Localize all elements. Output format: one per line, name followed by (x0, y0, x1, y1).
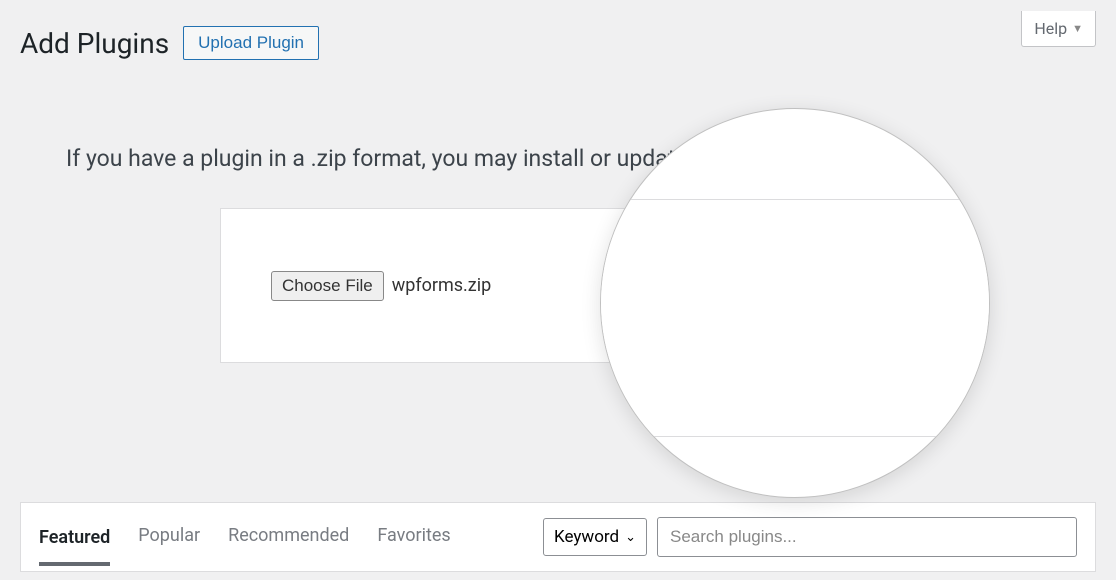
upload-form: Choose File wpforms.zip Install Now (220, 208, 896, 363)
tab-recommended[interactable]: Recommended (228, 525, 349, 550)
search-group: Keyword ⌄ (543, 517, 1077, 557)
install-now-button[interactable]: Install Now (662, 254, 845, 317)
chevron-down-icon: ⌄ (625, 530, 636, 545)
page-header: Add Plugins Upload Plugin (20, 12, 319, 60)
tab-popular[interactable]: Popular (138, 525, 200, 550)
help-tab[interactable]: Help ▼ (1021, 11, 1096, 47)
filter-tabs: Featured Popular Recommended Favorites (39, 525, 451, 550)
upload-instruction: If you have a plugin in a .zip format, y… (20, 145, 1096, 172)
selected-filename: wpforms.zip (392, 275, 492, 296)
page-title: Add Plugins (20, 27, 169, 60)
tab-favorites[interactable]: Favorites (377, 525, 450, 550)
filter-bar: Featured Popular Recommended Favorites K… (20, 502, 1096, 572)
search-input[interactable] (657, 517, 1077, 557)
upload-plugin-button[interactable]: Upload Plugin (183, 26, 319, 60)
caret-down-icon: ▼ (1072, 22, 1083, 35)
search-type-label: Keyword (554, 527, 619, 547)
tab-featured[interactable]: Featured (39, 527, 110, 566)
search-type-select[interactable]: Keyword ⌄ (543, 518, 647, 556)
choose-file-button[interactable]: Choose File (271, 271, 384, 301)
help-label: Help (1034, 19, 1067, 38)
file-input-group: Choose File wpforms.zip (271, 271, 491, 301)
upload-area: If you have a plugin in a .zip format, y… (0, 145, 1116, 363)
